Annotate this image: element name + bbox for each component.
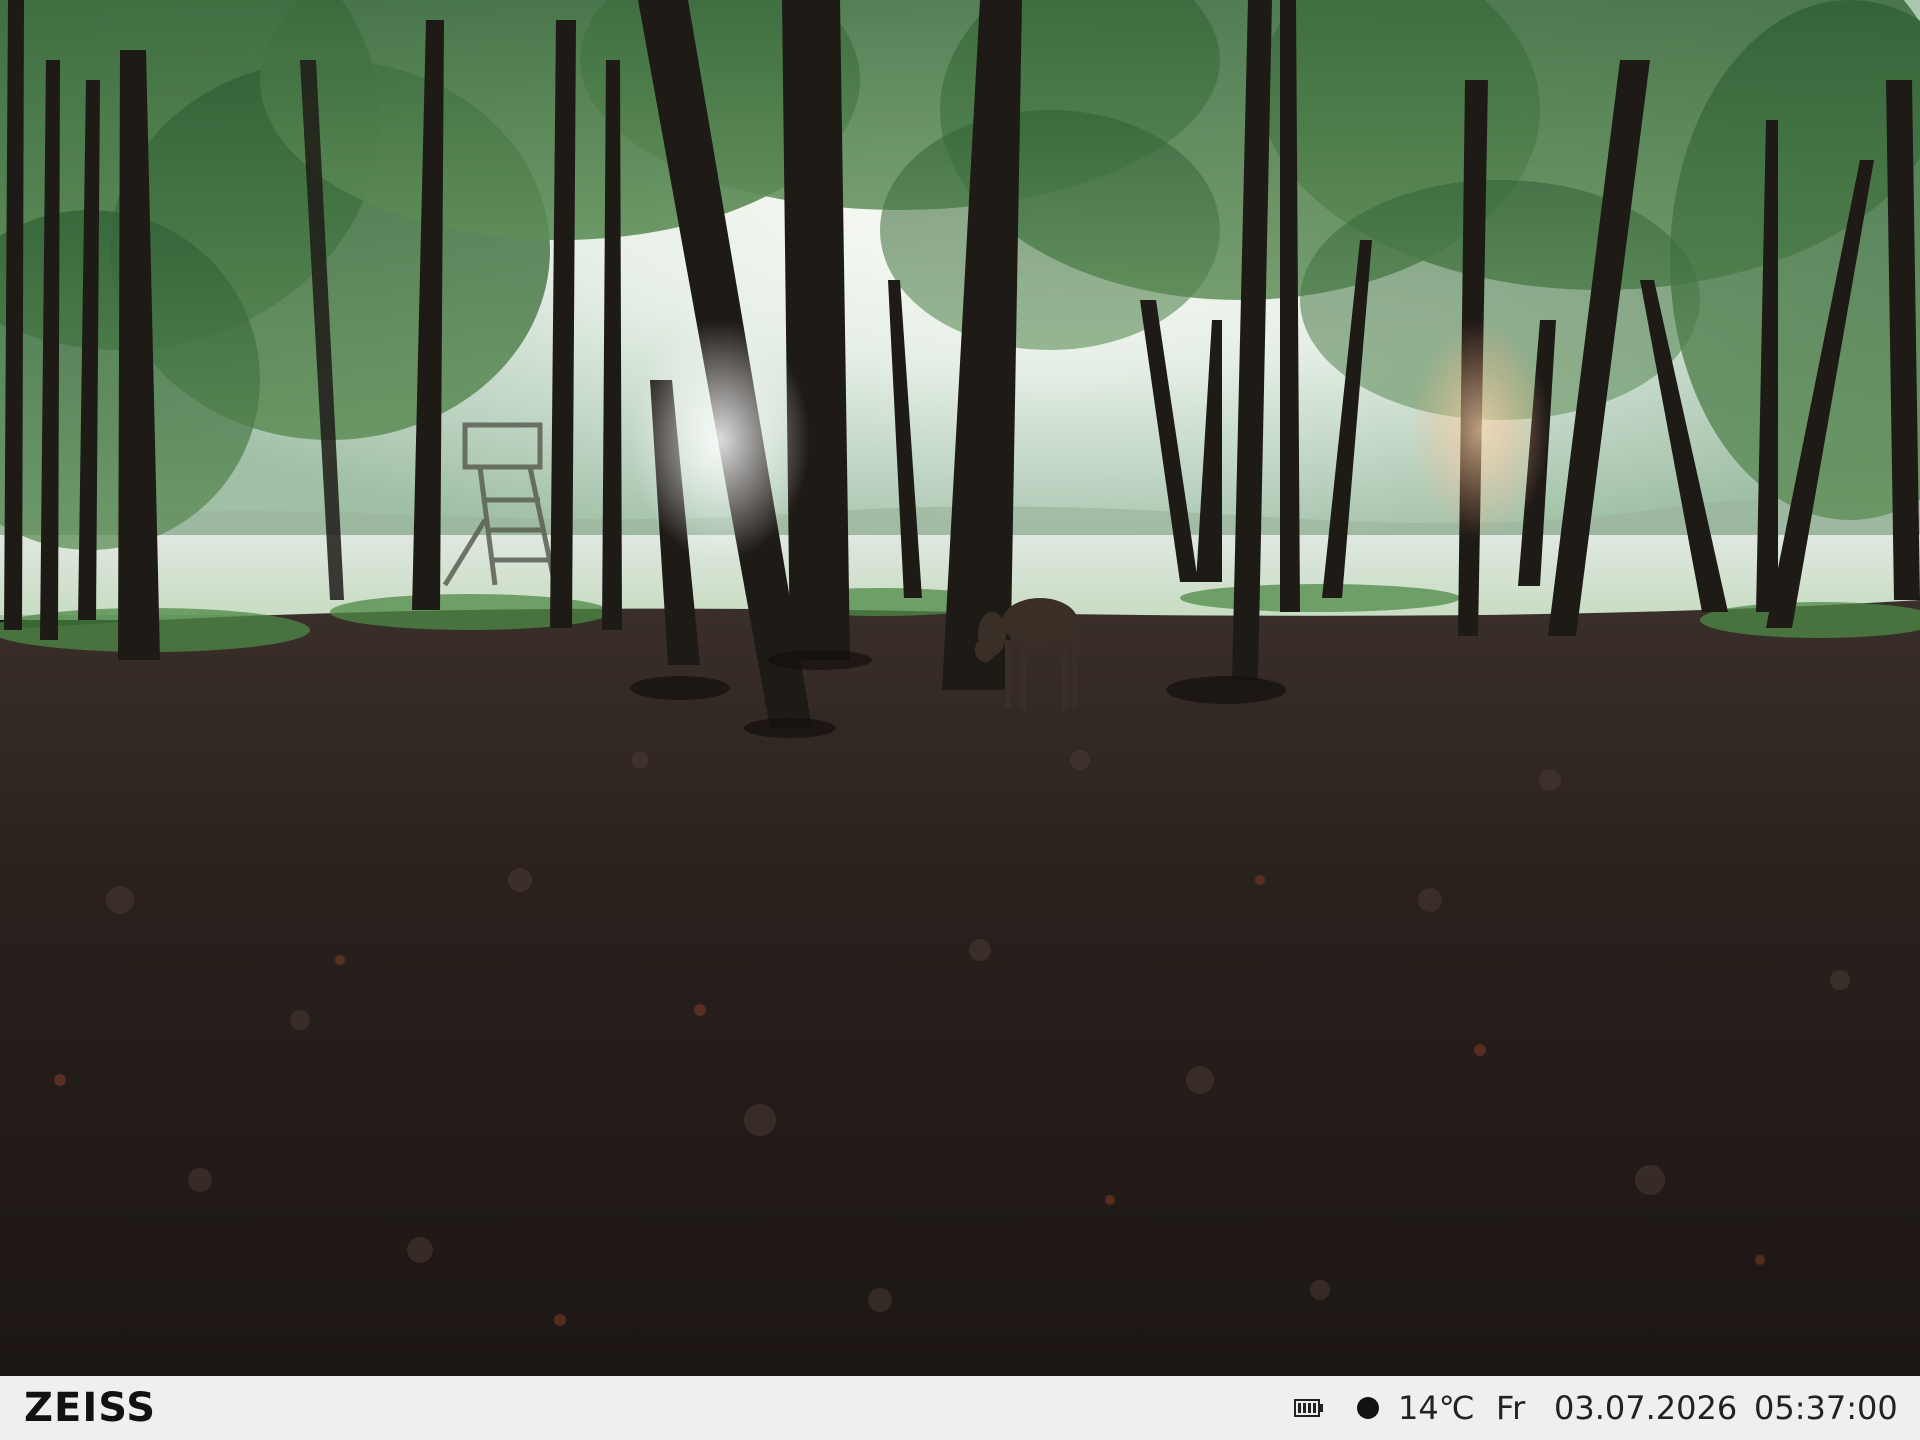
forest-scene <box>0 0 1920 1376</box>
trail-camera-frame: ZEISS 14℃ Fr 03.07.2026 05:37:00 <box>0 0 1920 1440</box>
sun-flare <box>630 320 810 560</box>
weekday-label: Fr <box>1496 1389 1526 1427</box>
temperature-reading: 14℃ <box>1398 1389 1475 1427</box>
camera-info-bar: ZEISS 14℃ Fr 03.07.2026 05:37:00 <box>0 1376 1920 1440</box>
battery-icon <box>1294 1399 1323 1417</box>
forest-floor <box>0 600 1920 1376</box>
full-moon-icon <box>1357 1397 1379 1419</box>
sun-flare-warm <box>1410 320 1550 540</box>
brand-logo: ZEISS <box>24 1385 157 1431</box>
time-stamp: 05:37:00 <box>1754 1389 1898 1427</box>
date-stamp: 03.07.2026 <box>1554 1389 1738 1427</box>
